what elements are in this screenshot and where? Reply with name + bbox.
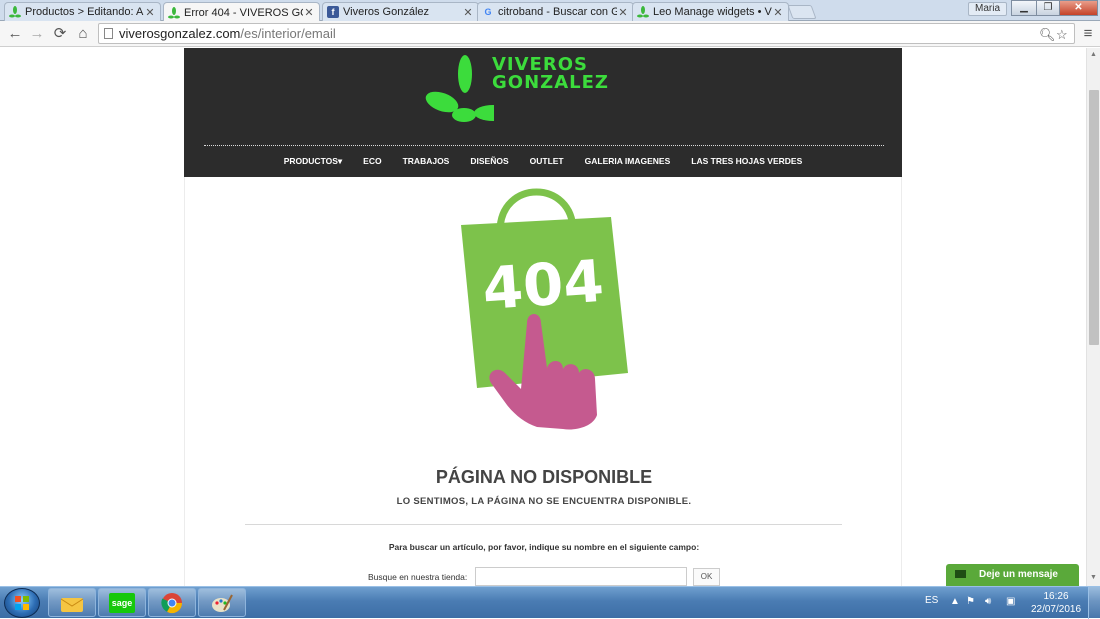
close-icon[interactable]: ✕ <box>144 6 156 19</box>
outlook-icon <box>60 597 84 612</box>
system-clock[interactable]: 16:26 22/07/2016 <box>1030 590 1082 616</box>
page-subtitle: LO SENTIMOS, LA PÁGINA NO SE ENCUENTRA D… <box>396 496 692 507</box>
tab-error-404[interactable]: Error 404 - VIVEROS GON ✕ <box>163 2 320 22</box>
nav-item-las-tres-hojas-verdes[interactable]: LAS TRES HOJAS VERDES <box>681 156 813 167</box>
page-scrollbar[interactable]: ▲ ▼ <box>1086 48 1100 586</box>
browser-toolbar: ← → ⟳ ⌂ viverosgonzalez.com/es/interior/… <box>0 21 1100 47</box>
site-logo[interactable]: VIVEROS GONZALEZ <box>424 52 624 124</box>
site-header: VIVEROS GONZALEZ PRODUCTOS▾ ECO TRABAJOS… <box>184 48 902 177</box>
chevron-down-icon: ▾ <box>337 156 343 166</box>
minimize-button[interactable]: ▁ <box>1011 0 1037 16</box>
show-desktop-button[interactable] <box>1088 587 1100 619</box>
home-icon[interactable]: ⌂ <box>74 25 92 43</box>
header-divider <box>204 145 884 146</box>
google-icon: G <box>484 7 492 17</box>
reload-icon[interactable]: ⟳ <box>51 25 69 43</box>
start-button[interactable] <box>4 588 40 618</box>
new-tab-button[interactable] <box>787 5 817 19</box>
taskbar-app-outlook[interactable] <box>48 588 96 617</box>
logo-line-2: GONZALEZ <box>492 72 609 93</box>
store-search-input[interactable] <box>475 567 687 586</box>
tab-title: Leo Manage widgets • VI <box>653 6 772 18</box>
taskbar: sage ES ▲ ⚑ 🔊︎ ▣ 16:26 22/07/2016 <box>0 586 1100 619</box>
clock-date: 22/07/2016 <box>1030 604 1082 615</box>
close-icon[interactable]: ✕ <box>772 6 784 19</box>
tab-productos[interactable]: Productos > Editando: AR ✕ <box>4 2 161 21</box>
zoom-icon[interactable]: 🔍︎ <box>1039 25 1056 44</box>
error-content: 404 PÁGINA NO DISPONIBLE LO SENTIMOS, LA… <box>184 177 902 586</box>
tab-leo-widgets[interactable]: Leo Manage widgets • VI ✕ <box>632 2 789 21</box>
chat-label: Deje un mensaje <box>979 569 1058 580</box>
leave-message-button[interactable]: Deje un mensaje <box>946 564 1079 586</box>
search-label: Busque en nuestra tienda: <box>368 572 468 582</box>
taskbar-app-chrome[interactable] <box>148 588 196 617</box>
scroll-down-icon[interactable]: ▼ <box>1090 574 1097 581</box>
search-ok-button[interactable]: OK <box>693 568 720 586</box>
action-center-flag-icon[interactable]: ⚑ <box>966 596 975 607</box>
page-title: PÁGINA NO DISPONIBLE <box>435 467 653 487</box>
language-indicator[interactable]: ES <box>925 595 938 606</box>
tab-strip: Productos > Editando: AR ✕ Error 404 - V… <box>0 0 1100 22</box>
network-icon[interactable]: ▣ <box>1006 596 1015 607</box>
tab-facebook[interactable]: f Viveros González ✕ <box>322 2 479 21</box>
taskbar-app-paint[interactable] <box>198 588 246 617</box>
tab-title: Productos > Editando: AR <box>25 6 144 18</box>
nav-item-eco[interactable]: ECO <box>353 156 392 167</box>
close-window-button[interactable]: ✕ <box>1059 0 1098 16</box>
profile-badge[interactable]: Maria <box>968 2 1008 16</box>
shopping-bag-404-illustration: 404 <box>461 188 628 430</box>
tab-title: Error 404 - VIVEROS GON <box>184 6 303 19</box>
taskbar-app-sage[interactable]: sage <box>98 588 146 617</box>
back-icon[interactable]: ← <box>6 25 24 43</box>
nav-item-trabajos[interactable]: TRABAJOS <box>392 156 460 167</box>
tab-title: Viveros González <box>343 6 430 18</box>
leaf-logo-icon <box>425 55 494 122</box>
tab-google-search[interactable]: G citroband - Buscar con Go ✕ <box>477 2 634 21</box>
scrollbar-thumb[interactable] <box>1089 90 1099 345</box>
viveros-leaf-icon <box>637 6 649 18</box>
close-icon[interactable]: ✕ <box>617 6 629 19</box>
url-path: /es/interior/email <box>240 26 336 41</box>
forward-icon[interactable]: → <box>28 25 46 43</box>
paint-icon <box>212 594 233 612</box>
nav-item-galeria-imagenes[interactable]: GALERIA IMAGENES <box>574 156 681 167</box>
url-host: viverosgonzalez.com <box>119 26 241 41</box>
scroll-up-icon[interactable]: ▲ <box>1090 51 1097 58</box>
windows-logo-icon <box>15 596 29 610</box>
tab-title: citroband - Buscar con Go <box>498 6 617 18</box>
nav-item-disenos[interactable]: DISEÑOS <box>460 156 519 167</box>
address-bar[interactable]: viverosgonzalez.com/es/interior/email 🔍︎… <box>98 23 1075 44</box>
clock-time: 16:26 <box>1043 591 1069 602</box>
error-code-text: 404 <box>480 247 606 323</box>
page-icon <box>104 28 113 39</box>
nav-item-outlet[interactable]: OUTLET <box>519 156 574 167</box>
envelope-icon <box>955 570 966 578</box>
close-icon[interactable]: ✕ <box>303 6 315 19</box>
volume-icon[interactable]: 🔊︎ <box>985 596 991 607</box>
search-instructions: Para buscar un artículo, por favor, indi… <box>388 542 700 552</box>
main-nav: PRODUCTOS▾ ECO TRABAJOS DISEÑOS OUTLET G… <box>184 156 902 167</box>
logo-wordmark: VIVEROS GONZALEZ <box>492 56 609 92</box>
bookmark-star-icon[interactable]: ☆ <box>1056 25 1068 44</box>
divider <box>245 524 842 525</box>
close-icon[interactable]: ✕ <box>462 6 474 19</box>
sage-icon: sage <box>108 592 136 613</box>
facebook-icon: f <box>327 6 339 18</box>
tray-expand-icon[interactable]: ▲ <box>950 596 960 607</box>
viveros-leaf-icon <box>9 6 21 18</box>
chrome-icon <box>161 592 183 613</box>
viveros-leaf-icon <box>168 6 180 19</box>
page-viewport: VIVEROS GONZALEZ PRODUCTOS▾ ECO TRABAJOS… <box>0 48 1086 586</box>
menu-icon[interactable]: ≡ <box>1079 25 1097 43</box>
maximize-button[interactable]: ❐ <box>1036 0 1060 16</box>
nav-item-productos[interactable]: PRODUCTOS▾ <box>273 156 352 167</box>
